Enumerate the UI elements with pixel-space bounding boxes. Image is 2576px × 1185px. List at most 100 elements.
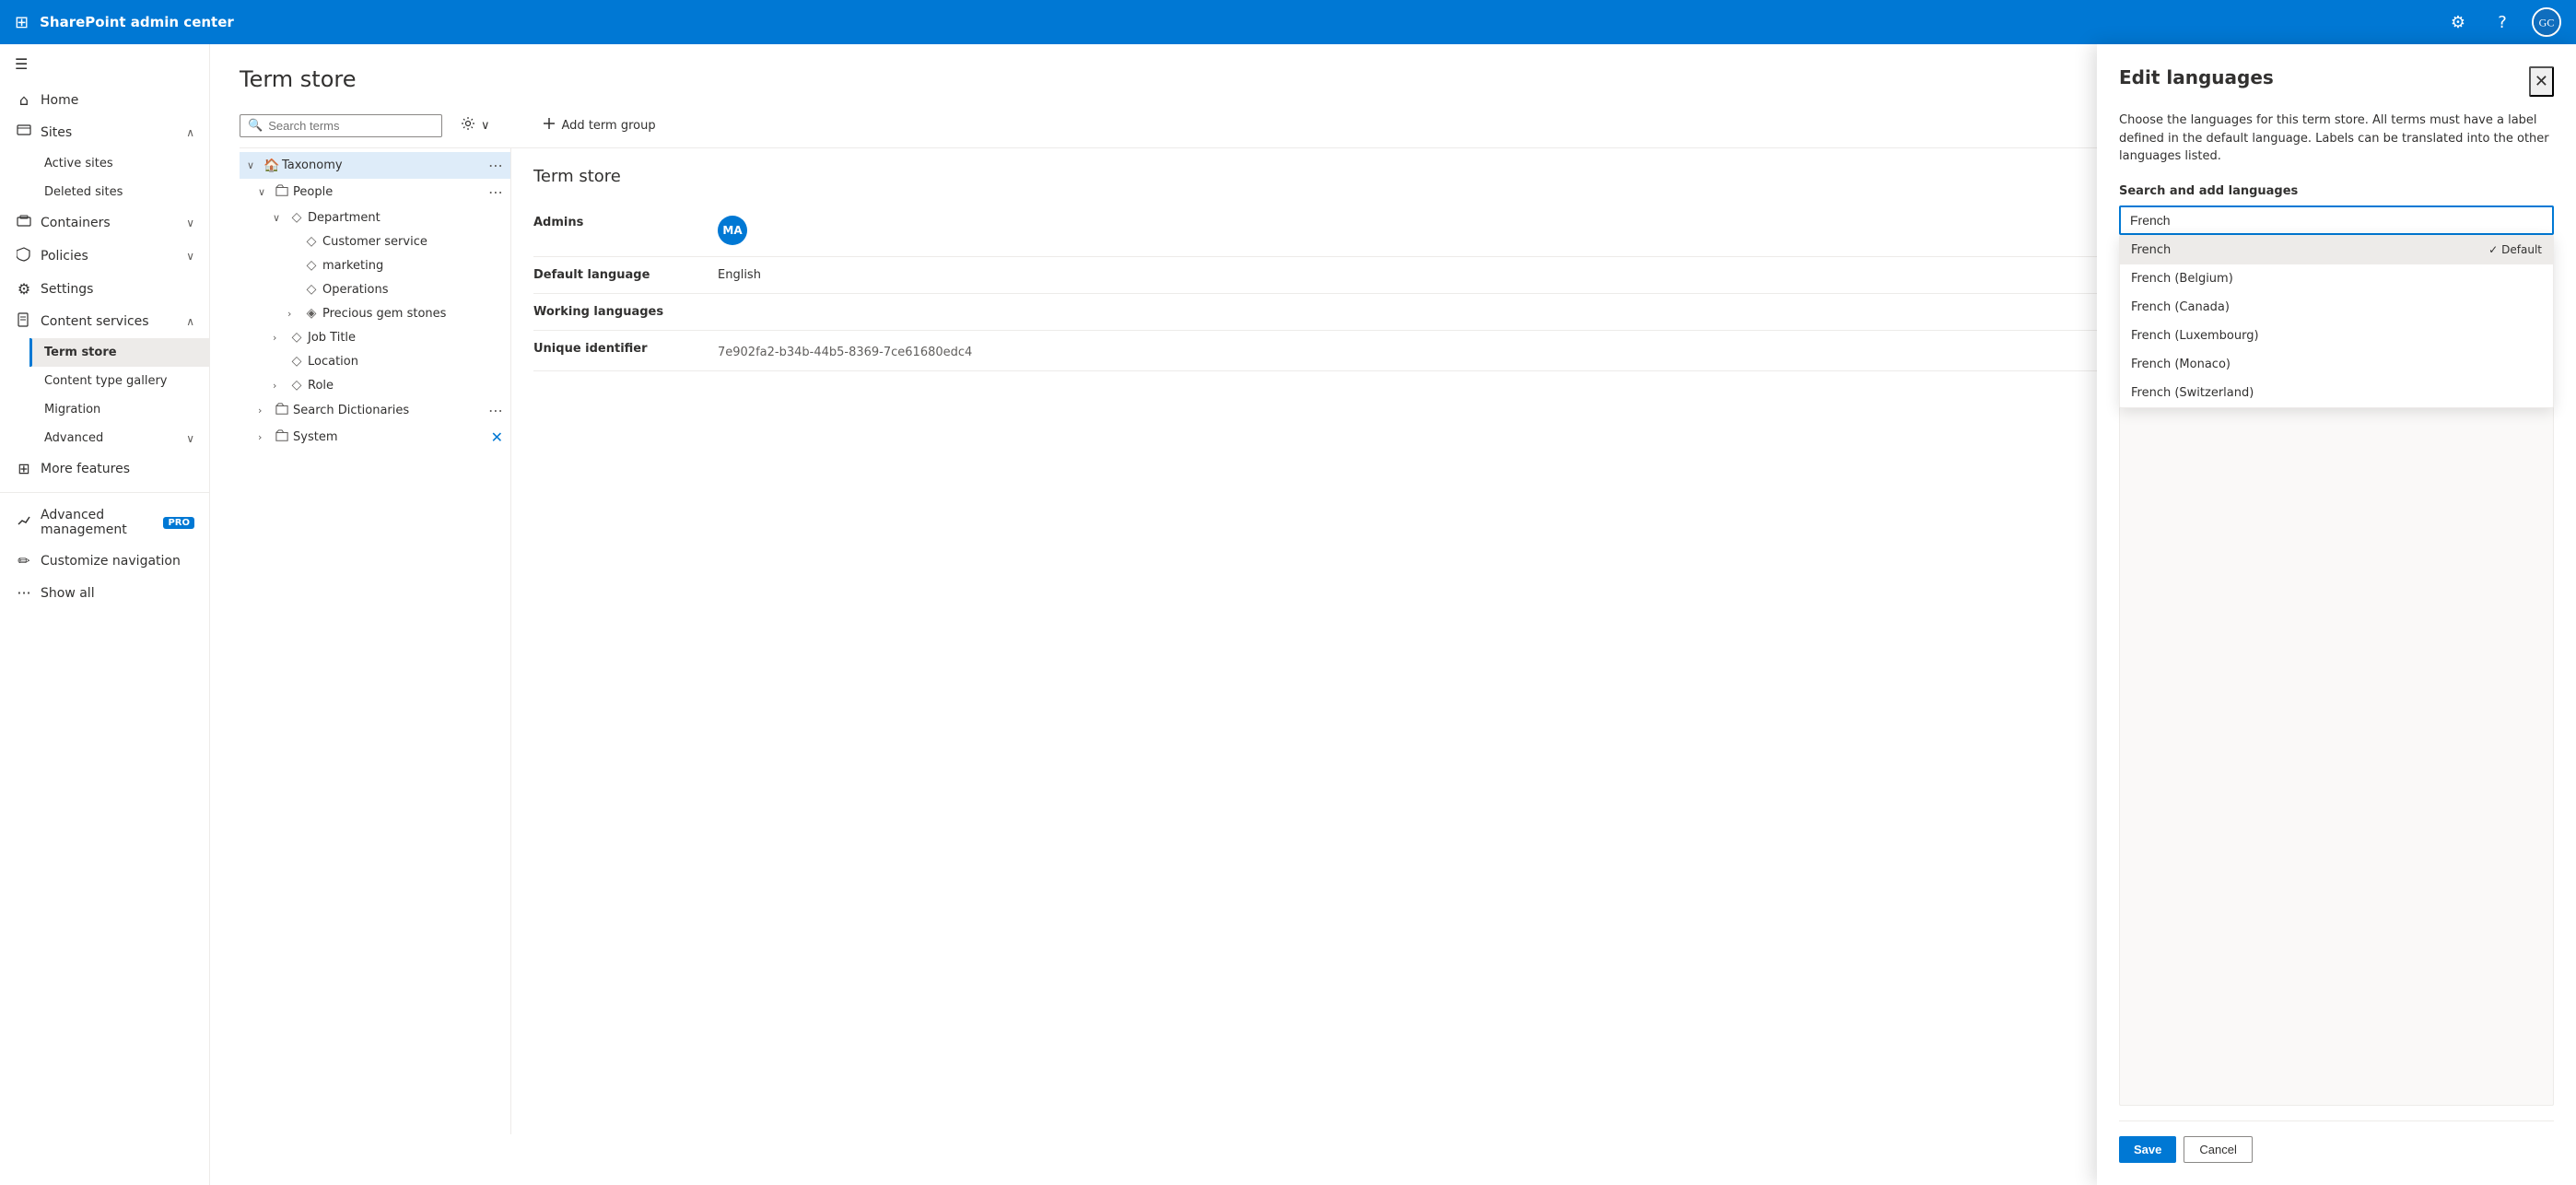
user-avatar[interactable] [2532,7,2561,37]
settings-icon[interactable]: ⚙ [2443,7,2473,37]
search-lang-label: Search and add languages [2119,184,2554,198]
sidebar-item-migration[interactable]: Migration [29,395,209,424]
lang-option-french-belgium[interactable]: French (Belgium) [2120,264,2553,293]
sidebar-item-deleted-sites[interactable]: Deleted sites [29,178,209,206]
admin-avatar: MA [718,216,747,245]
hamburger-button[interactable]: ☰ [0,44,209,84]
tree-item-role[interactable]: › ◇ Role [240,373,510,397]
taxonomy-more-icon[interactable]: ⋯ [488,157,503,174]
sidebar-item-show-all[interactable]: ··· Show all [0,577,209,609]
lang-option-french-luxembourg[interactable]: French (Luxembourg) [2120,322,2553,350]
lang-option-french[interactable]: French ✓ Default [2120,236,2553,264]
operations-icon: ◇ [304,282,319,297]
more-features-label: More features [41,462,130,476]
french-belgium-label: French (Belgium) [2131,272,2233,286]
jt-chevron: › [273,332,286,344]
sidebar-item-term-store[interactable]: Term store [29,338,209,367]
panel-title: Edit languages [2119,66,2274,88]
grid-icon[interactable]: ⊞ [15,13,29,32]
panel-footer: Save Cancel [2119,1120,2554,1163]
sidebar-item-customize-nav[interactable]: ✏ Customize navigation [0,545,209,577]
migration-label: Migration [44,403,100,417]
panel-description: Choose the languages for this term store… [2119,111,2554,166]
customer-service-label: Customer service [322,235,503,249]
lang-option-french-switzerland[interactable]: French (Switzerland) [2120,379,2553,407]
system-more-icon[interactable]: ✕ [491,428,503,446]
tree-item-job-title[interactable]: › ◇ Job Title [240,325,510,349]
policies-label: Policies [41,249,88,264]
term-store-label: Term store [44,346,117,359]
french-monaco-label: French (Monaco) [2131,358,2231,371]
add-icon [542,116,556,135]
location-icon: ◇ [289,354,304,369]
sidebar-item-more-features[interactable]: ⊞ More features [0,452,209,485]
advanced-label: Advanced [44,431,103,445]
people-chevron: ∨ [258,186,271,198]
sd-more-icon[interactable]: ⋯ [488,402,503,419]
lang-option-french-monaco[interactable]: French (Monaco) [2120,350,2553,379]
marketing-icon: ◇ [304,258,319,273]
containers-icon [15,214,33,232]
advanced-chevron: ∨ [186,432,194,445]
show-all-label: Show all [41,586,95,601]
search-terms-box[interactable]: 🔍 [240,114,442,137]
cancel-button[interactable]: Cancel [2184,1136,2252,1163]
panel-close-button[interactable]: ✕ [2529,66,2554,97]
sidebar-item-content-services[interactable]: Content services ∧ [0,305,209,338]
search-terms-input[interactable] [268,119,434,133]
tree-item-people[interactable]: ∨ People ⋯ [240,179,510,205]
topbar: ⊞ SharePoint admin center ⚙ ? [0,0,2576,44]
customer-service-icon: ◇ [304,234,319,249]
show-all-icon: ··· [15,584,33,602]
sidebar-item-advanced[interactable]: Advanced ∨ [29,424,209,452]
french-canada-label: French (Canada) [2131,300,2230,314]
settings-label: Settings [41,282,93,297]
add-term-group-button[interactable]: Add term group [531,111,667,140]
job-title-icon: ◇ [289,330,304,345]
taxonomy-chevron: ∨ [247,159,260,171]
working-languages-label: Working languages [533,305,699,319]
tree-item-location[interactable]: › ◇ Location [240,349,510,373]
search-dict-icon [275,403,289,419]
tree-item-system[interactable]: › System ✕ [240,424,510,451]
sidebar-item-settings[interactable]: ⚙ Settings [0,273,209,305]
search-lang-wrapper: French ✓ Default French (Belgium) French… [2119,205,2554,235]
help-icon[interactable]: ? [2488,7,2517,37]
unique-identifier-label: Unique identifier [533,342,699,356]
default-text: Default [2501,243,2542,256]
department-icon: ◇ [289,210,304,225]
tree-item-customer-service[interactable]: › ◇ Customer service [240,229,510,253]
sidebar-item-home[interactable]: ⌂ Home [0,84,209,116]
admins-label: Admins [533,216,699,229]
lang-option-french-canada[interactable]: French (Canada) [2120,293,2553,322]
search-dictionaries-label: Search Dictionaries [293,404,485,417]
save-button[interactable]: Save [2119,1136,2176,1163]
policies-chevron: ∨ [186,250,194,263]
app-title: SharePoint admin center [40,14,2432,30]
french-switzerland-label: French (Switzerland) [2131,386,2254,400]
tree-item-department[interactable]: ∨ ◇ Department [240,205,510,229]
sidebar-item-policies[interactable]: Policies ∨ [0,240,209,273]
french-label: French [2131,243,2171,257]
tree-item-operations[interactable]: › ◇ Operations [240,277,510,301]
settings-dropdown-button[interactable]: ∨ [450,111,501,140]
tree-item-precious-gem-stones[interactable]: › ◈ Precious gem stones [240,301,510,325]
sidebar-item-sites[interactable]: Sites ∧ [0,116,209,149]
people-more-icon[interactable]: ⋯ [488,183,503,201]
advanced-mgmt-icon [15,513,33,532]
active-sites-label: Active sites [44,157,113,170]
pgs-chevron: › [287,308,300,320]
tree-item-search-dictionaries[interactable]: › Search Dictionaries ⋯ [240,397,510,424]
tree-item-taxonomy[interactable]: ∨ 🏠 Taxonomy ⋯ [240,152,510,179]
default-language-label: Default language [533,268,699,282]
sidebar-item-containers[interactable]: Containers ∨ [0,206,209,240]
sidebar-item-active-sites[interactable]: Active sites [29,149,209,178]
checkmark-icon: ✓ [2488,243,2498,256]
search-lang-input[interactable] [2119,205,2554,235]
sidebar-item-advanced-management[interactable]: Advanced management PRO [0,500,209,545]
add-term-group-label: Add term group [562,119,656,133]
sidebar-item-content-type-gallery[interactable]: Content type gallery [29,367,209,395]
search-icon: 🔍 [248,119,263,133]
sites-icon [15,123,33,142]
tree-item-marketing[interactable]: › ◇ marketing [240,253,510,277]
